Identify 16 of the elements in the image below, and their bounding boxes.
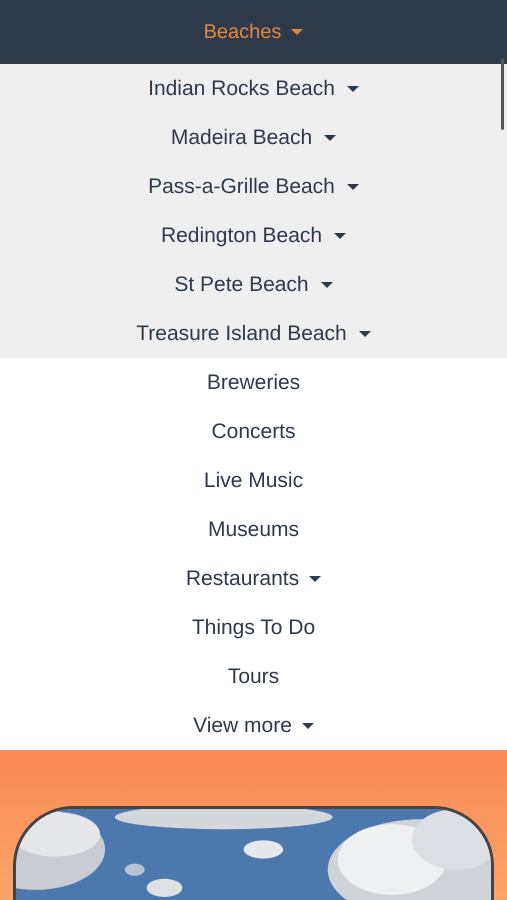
submenu-item[interactable]: St Pete Beach xyxy=(0,260,507,309)
scrollbar xyxy=(501,58,504,130)
menu-item[interactable]: Restaurants xyxy=(0,554,507,603)
menu-item[interactable]: Concerts xyxy=(0,407,507,456)
submenu-item[interactable]: Pass-a-Grille Beach xyxy=(0,162,507,211)
menu-item[interactable]: Breweries xyxy=(0,358,507,407)
submenu-item[interactable]: Madeira Beach xyxy=(0,113,507,162)
menu-item[interactable]: Live Music xyxy=(0,456,507,505)
menu-item[interactable]: Museums xyxy=(0,505,507,554)
submenu-item[interactable]: Redington Beach xyxy=(0,211,507,260)
submenu-item[interactable]: Indian Rocks Beach xyxy=(0,64,507,113)
submenu-item[interactable]: Treasure Island Beach xyxy=(0,309,507,358)
menu-item[interactable]: Things To Do xyxy=(0,603,507,652)
menu-item[interactable]: Tours xyxy=(0,652,507,701)
menu-link[interactable]: Beaches xyxy=(204,20,304,44)
menu-item[interactable]: View more xyxy=(0,701,507,750)
